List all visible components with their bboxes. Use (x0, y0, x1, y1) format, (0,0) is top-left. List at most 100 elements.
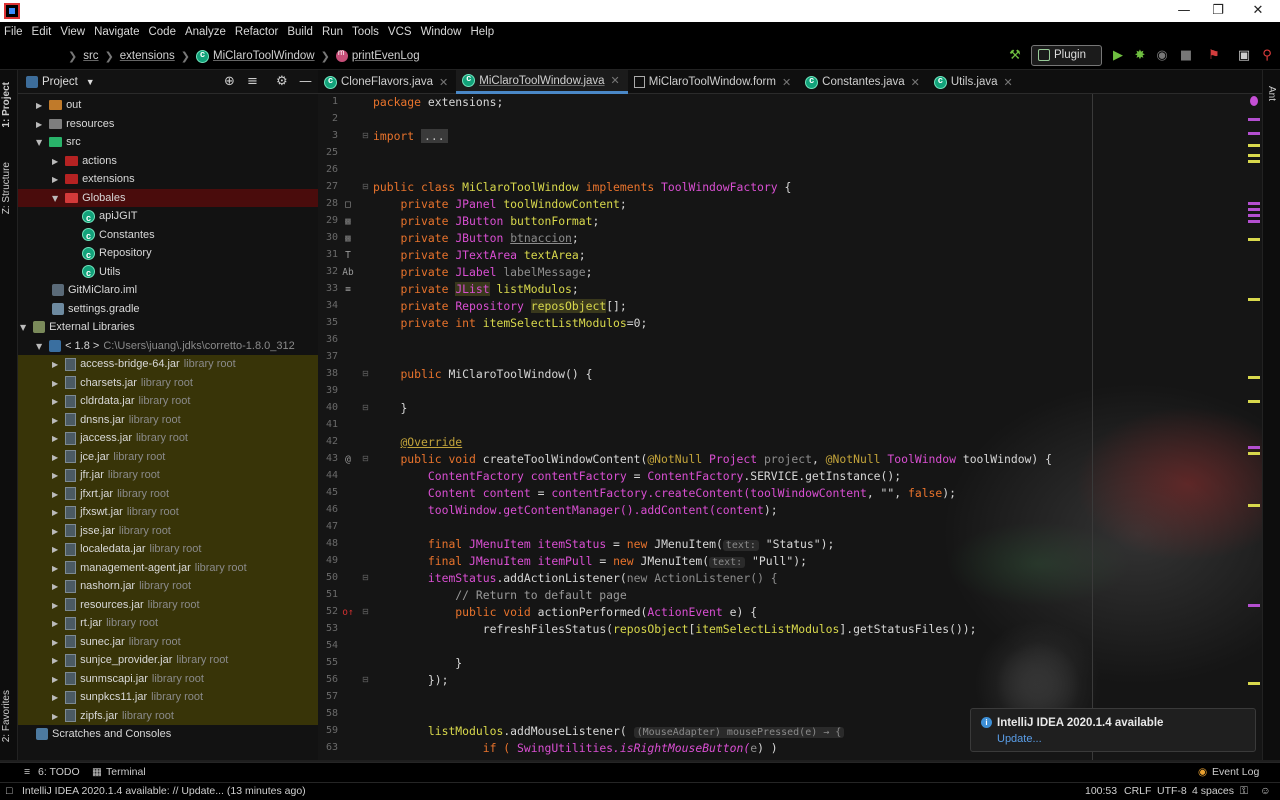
error-stripe-mark[interactable] (1248, 132, 1260, 135)
expand-arrow-icon[interactable]: ▶ (52, 430, 62, 449)
tree-item-gradle[interactable]: settings.gradle (18, 300, 318, 319)
locate-icon[interactable]: ⊕ (224, 74, 235, 89)
expand-arrow-icon[interactable]: ▶ (52, 486, 62, 505)
inspector-icon[interactable]: ☺ (1260, 785, 1271, 797)
expand-arrow-icon[interactable]: ▶ (52, 689, 62, 708)
menu-view[interactable]: View (60, 26, 85, 38)
status-toggle-icon[interactable]: □ (6, 785, 12, 797)
menu-refactor[interactable]: Refactor (235, 26, 278, 38)
close-icon[interactable]: ✕ (782, 76, 791, 89)
menu-help[interactable]: Help (470, 26, 494, 38)
tree-item-jar[interactable]: ▶ resources.jar library root (18, 595, 318, 614)
tree-item-resources[interactable]: ▶ resources (18, 115, 318, 134)
file-encoding[interactable]: UTF-8 (1157, 785, 1187, 797)
tree-item-jar[interactable]: ▶ localedata.jar library root (18, 540, 318, 559)
expand-arrow-icon[interactable]: ▶ (52, 449, 62, 468)
error-stripe-mark[interactable] (1248, 376, 1260, 379)
error-stripe-mark[interactable] (1248, 452, 1260, 455)
breadcrumb-method[interactable]: printEvenLog (352, 50, 420, 62)
tab-constantes[interactable]: Constantes.java✕ (799, 70, 928, 94)
tree-item-jar[interactable]: ▶ jsse.jar library root (18, 521, 318, 542)
tree-item-jar[interactable]: ▶ charsets.jar library root (18, 373, 318, 392)
stop-icon[interactable]: ■ (1177, 48, 1195, 64)
code-editor[interactable]: 1 2 3 25 26 27 28 29 30 31 32 33 34 35 36 37 38 39 40 41 42 4… (318, 94, 1262, 760)
structure-tool-tab[interactable]: Z: Structure (1, 162, 12, 214)
tree-item-jdk[interactable]: ▼ < 1.8 > C:\Users\juang\.jdks\corretto-1… (18, 337, 318, 356)
debug-bug-icon[interactable]: ✸ (1131, 48, 1149, 64)
collapse-arrow-icon[interactable]: ▼ (36, 134, 46, 153)
tree-item-jar[interactable]: ▶ management-agent.jar library root (18, 558, 318, 577)
tree-item-jar[interactable]: ▶ access-bridge-64.jar library root (18, 355, 318, 374)
implements-marker-icon[interactable]: o↑ (342, 607, 354, 618)
tree-item-repository[interactable]: Repository (18, 244, 318, 264)
error-stripe-mark[interactable] (1248, 238, 1260, 241)
tree-item-jar[interactable]: ▶ jfxswt.jar library root (18, 503, 318, 522)
collapse-arrow-icon[interactable]: ▼ (52, 190, 62, 209)
expand-arrow-icon[interactable]: ▶ (52, 356, 62, 375)
menu-build[interactable]: Build (287, 26, 313, 38)
expand-arrow-icon[interactable]: ▶ (52, 541, 62, 560)
indent-setting[interactable]: 4 spaces (1192, 785, 1234, 797)
menu-code[interactable]: Code (148, 26, 176, 38)
tree-item-external-libraries[interactable]: ▼ External Libraries (18, 318, 318, 337)
tree-item-jar[interactable]: ▶ jfr.jar library root (18, 466, 318, 485)
tab-utils[interactable]: Utils.java✕ (928, 70, 1021, 94)
fold-toggle-icon[interactable]: ⊟ (362, 403, 370, 412)
tree-item-actions[interactable]: ▶ actions (18, 152, 318, 171)
menu-file[interactable]: File (4, 26, 23, 38)
close-window-button[interactable]: ✕ (1238, 0, 1278, 22)
fold-toggle-icon[interactable]: ⊟ (362, 131, 370, 140)
expand-arrow-icon[interactable]: ▶ (52, 652, 62, 671)
window-layout-icon[interactable]: ▣ (1235, 48, 1253, 64)
error-stripe-mark[interactable] (1248, 682, 1260, 685)
error-stripe-mark[interactable] (1248, 400, 1260, 403)
close-icon[interactable]: ✕ (1004, 76, 1013, 89)
update-link[interactable]: Update... (997, 733, 1042, 745)
error-stripe-mark[interactable] (1248, 118, 1260, 121)
tab-miclarotoolwindow-java[interactable]: MiClaroToolWindow.java✕ (456, 70, 628, 94)
tree-item-jar[interactable]: ▶ dnsns.jar library root (18, 410, 318, 429)
project-panel-title[interactable]: Project (42, 76, 78, 88)
tree-item-apijgit[interactable]: apiJGIT (18, 207, 318, 227)
fold-toggle-icon[interactable]: ⊟ (362, 607, 370, 616)
collapse-arrow-icon[interactable]: ▼ (20, 319, 30, 338)
breadcrumb-src[interactable]: src (83, 50, 98, 62)
project-tool-tab[interactable]: 1: Project (1, 82, 12, 128)
error-stripe-mark[interactable] (1248, 604, 1260, 607)
tree-item-extensions[interactable]: ▶ extensions (18, 170, 318, 189)
tree-item-utils[interactable]: Utils (18, 263, 318, 283)
event-log-tool-tab[interactable]: Event Log (1212, 766, 1259, 778)
menu-navigate[interactable]: Navigate (94, 26, 139, 38)
vcs-icon[interactable]: ⚑ (1205, 48, 1223, 64)
override-marker-icon[interactable]: @ (342, 454, 354, 465)
fold-toggle-icon[interactable]: ⊟ (362, 454, 370, 463)
tree-item-src[interactable]: ▼ src (18, 133, 318, 152)
tree-item-jar[interactable]: ▶ rt.jar library root (18, 614, 318, 633)
fold-toggle-icon[interactable]: ⊟ (362, 369, 370, 378)
folded-imports[interactable]: ... (421, 129, 448, 143)
tree-item-jar[interactable]: ▶ jaccess.jar library root (18, 429, 318, 448)
expand-arrow-icon[interactable]: ▶ (52, 578, 62, 597)
menu-vcs[interactable]: VCS (388, 26, 412, 38)
close-icon[interactable]: ✕ (439, 76, 448, 89)
menu-run[interactable]: Run (322, 26, 343, 38)
expand-arrow-icon[interactable]: ▶ (36, 116, 46, 135)
caret-position[interactable]: 100:53 (1085, 785, 1117, 797)
menu-tools[interactable]: Tools (352, 26, 379, 38)
favorites-tool-tab[interactable]: 2: Favorites (1, 690, 12, 742)
lock-icon[interactable]: ⚿ (1240, 785, 1248, 798)
tree-item-jar[interactable]: ▶ cldrdata.jar library root (18, 392, 318, 411)
tree-item-jar[interactable]: ▶ zipfs.jar library root (18, 706, 318, 727)
fold-toggle-icon[interactable]: ⊟ (362, 573, 370, 582)
expand-arrow-icon[interactable]: ▶ (52, 523, 62, 542)
error-stripe-mark[interactable] (1248, 160, 1260, 163)
expand-arrow-icon[interactable]: ▶ (52, 393, 62, 412)
tree-item-jar[interactable]: ▶ nashorn.jar library root (18, 577, 318, 596)
error-stripe-mark[interactable] (1248, 214, 1260, 217)
todo-tool-tab[interactable]: 6: TODO (38, 766, 80, 778)
coverage-icon[interactable]: ◉ (1153, 48, 1171, 64)
fold-toggle-icon[interactable]: ⊟ (362, 675, 370, 684)
menu-edit[interactable]: Edit (32, 26, 52, 38)
expand-arrow-icon[interactable]: ▶ (52, 171, 62, 190)
expand-arrow-icon[interactable]: ▶ (52, 708, 62, 727)
